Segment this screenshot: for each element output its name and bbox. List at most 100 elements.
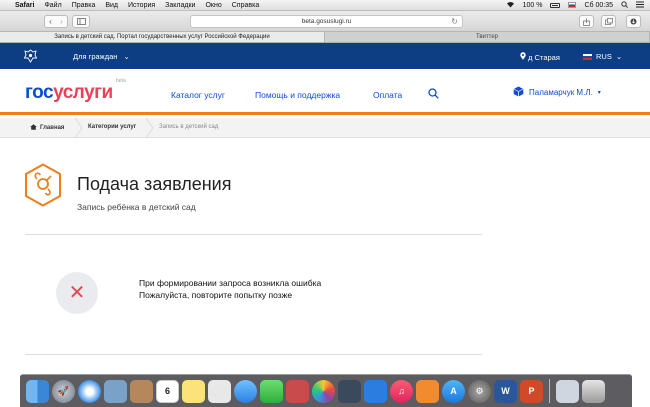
powerpoint-icon[interactable]: P (520, 379, 543, 403)
russia-emblem-icon[interactable] (24, 49, 37, 63)
breadcrumb-home-label: Главная (40, 125, 65, 131)
safari-icon[interactable] (78, 379, 101, 403)
breadcrumb-categories[interactable]: Категории услуг (88, 124, 136, 130)
nav-payment[interactable]: Оплата (373, 90, 402, 100)
home-icon (30, 124, 37, 130)
battery-icon[interactable] (550, 2, 561, 8)
tabs-icon (604, 18, 613, 25)
wifi-icon[interactable] (506, 1, 515, 10)
system-preferences-icon[interactable]: ⚙ (468, 379, 491, 403)
photos-icon[interactable] (312, 379, 335, 403)
address-bar[interactable]: beta.gosuslugi.ru ↻ (190, 15, 463, 28)
finder-icon[interactable] (26, 379, 49, 403)
audience-label: Для граждан (73, 52, 118, 61)
calendar-icon[interactable]: 6 (156, 379, 179, 403)
logo-beta-badge: beta (116, 78, 126, 84)
menu-view[interactable]: Вид (105, 2, 118, 9)
site-top-bar: Для граждан ⌄ д Старая RUS ⌄ (0, 43, 650, 69)
tab-kindergarten[interactable]: Запись в детский сад. Портал государстве… (0, 32, 325, 42)
reload-icon[interactable]: ↻ (451, 17, 458, 26)
facetime-icon[interactable] (260, 379, 283, 403)
word-icon[interactable]: W (494, 379, 517, 403)
audience-selector[interactable]: Для граждан ⌄ (73, 52, 130, 61)
input-source-flag-icon[interactable] (568, 2, 577, 8)
chevron-down-icon: ⌄ (615, 52, 623, 61)
gosuslugi-logo[interactable]: госуслуги beta (25, 78, 126, 104)
dock-separator (549, 379, 550, 403)
forward-arrow-icon[interactable]: › (60, 17, 63, 26)
back-forward-buttons[interactable]: ‹ › (44, 15, 68, 28)
launchpad-icon[interactable]: 🚀 (52, 379, 75, 403)
share-icon (583, 17, 590, 26)
user-cube-icon (513, 86, 524, 99)
downloads-button[interactable] (626, 15, 641, 28)
page-subtitle: Запись ребёнка в детский сад (77, 202, 196, 212)
share-button[interactable] (579, 15, 594, 28)
address-bar-url: beta.gosuslugi.ru (301, 18, 352, 25)
download-icon (630, 18, 637, 25)
logo-gos: гос (25, 82, 54, 103)
macos-dock: 🚀 6 ♫ A ⚙ W P (20, 374, 632, 407)
menu-edit[interactable]: Правка (72, 2, 96, 9)
safari-toolbar: ‹ › beta.gosuslugi.ru ↻ (0, 11, 650, 32)
caret-down-icon: ▾ (597, 90, 601, 96)
menu-file[interactable]: Файл (44, 2, 61, 9)
error-status-circle: ✕ (56, 272, 98, 314)
error-message-hint: Пожалуйста, повторите попытку позже (139, 290, 293, 300)
chevron-down-icon: ⌄ (123, 52, 130, 61)
nav-service-catalog[interactable]: Каталог услуг (171, 90, 225, 100)
error-cross-icon: ✕ (68, 282, 86, 304)
breadcrumb-separator-icon (74, 118, 83, 138)
tab-twitter[interactable]: Твиттер (325, 32, 650, 42)
menu-window[interactable]: Окно (205, 2, 221, 9)
nav-help-support[interactable]: Помощь и поддержка (255, 90, 340, 100)
region-label: д Старая (528, 53, 560, 62)
sidebar-toggle-button[interactable] (72, 15, 90, 28)
menu-safari[interactable]: Safari (15, 2, 34, 9)
show-tabs-button[interactable] (601, 15, 616, 28)
user-menu[interactable]: Паламарчук М.Л. ▾ (513, 86, 601, 99)
reminders-icon[interactable] (208, 379, 231, 403)
notification-center-icon[interactable] (636, 1, 644, 10)
russian-flag-icon (583, 53, 592, 60)
app-store-icon[interactable]: A (442, 379, 465, 403)
calendar-day: 6 (164, 386, 170, 396)
site-header: госуслуги beta Каталог услуг Помощь и по… (0, 69, 650, 115)
menubar-clock[interactable]: Сб 00:35 (584, 2, 613, 9)
back-arrow-icon[interactable]: ‹ (49, 17, 52, 26)
user-name: Паламарчук М.Л. (529, 88, 593, 97)
breadcrumb-separator-icon (145, 118, 154, 138)
macos-menubar: Safari Файл Правка Вид История Закладки … (0, 0, 650, 11)
spotlight-search-icon[interactable] (621, 0, 628, 10)
menu-help[interactable]: Справка (232, 2, 259, 9)
breadcrumb-current: Запись в детский сад (159, 124, 219, 130)
pacifier-service-icon (25, 163, 61, 207)
breadcrumb-home[interactable]: Главная (30, 124, 64, 131)
photo-booth-icon[interactable] (286, 379, 309, 403)
messages-icon[interactable] (234, 379, 257, 403)
region-selector[interactable]: д Старая (520, 52, 560, 62)
breadcrumb: Главная Категории услуг Запись в детский… (0, 118, 650, 138)
trash-icon[interactable] (582, 379, 605, 403)
menu-bookmarks[interactable]: Закладки (165, 2, 195, 9)
logo-uslugi: услуги (53, 82, 113, 103)
battery-percent: 100 % (522, 1, 543, 9)
itunes-icon[interactable]: ♫ (390, 379, 413, 403)
downloads-stack-icon[interactable] (556, 379, 579, 403)
language-label: RUS (596, 52, 612, 61)
menu-history[interactable]: История (128, 2, 155, 9)
error-message-title: При формировании запроса возникла ошибка (139, 278, 322, 288)
notes-icon[interactable] (182, 379, 205, 403)
section-divider (25, 354, 482, 355)
ibooks-icon[interactable] (416, 379, 439, 403)
location-pin-icon (520, 52, 528, 62)
imovie-icon[interactable] (338, 379, 361, 403)
section-divider (25, 234, 482, 235)
browser-tab-strip: Запись в детский сад. Портал государстве… (0, 32, 650, 43)
language-selector[interactable]: RUS ⌄ (583, 52, 622, 61)
keynote-icon[interactable] (364, 379, 387, 403)
preview-icon[interactable] (104, 379, 127, 403)
search-icon[interactable] (428, 88, 439, 101)
sidebar-icon (76, 18, 86, 25)
contacts-icon[interactable] (130, 379, 153, 403)
